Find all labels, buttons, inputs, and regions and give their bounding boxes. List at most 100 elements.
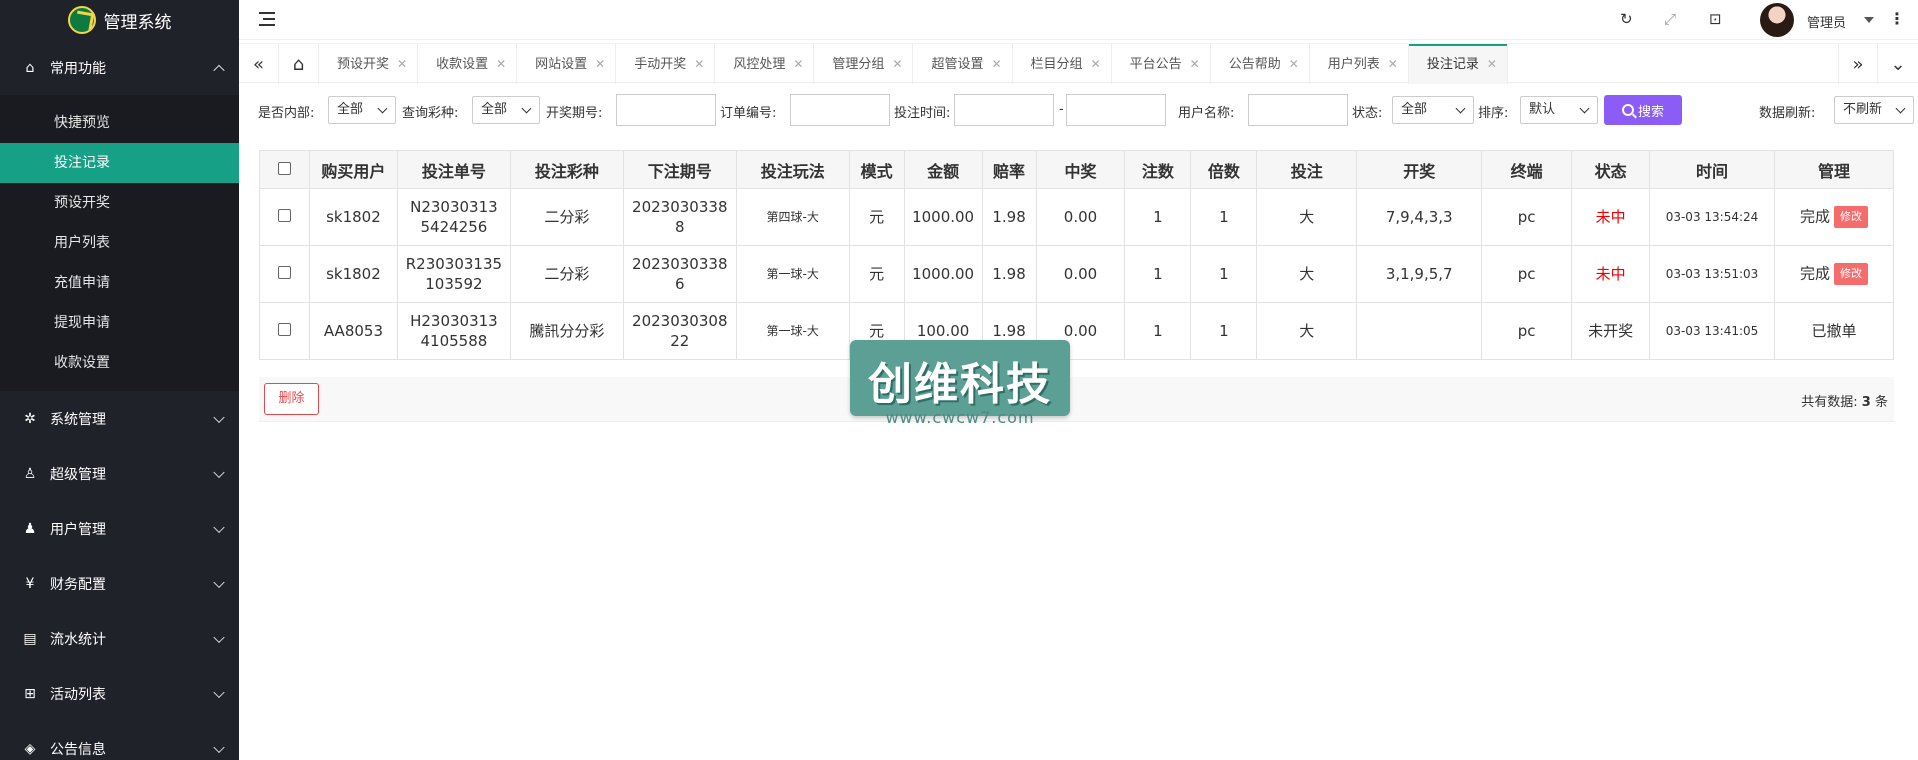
col-period[interactable]: 下注期号 xyxy=(622,150,737,189)
cell-draw: 3,1,9,5,7 xyxy=(1356,245,1483,303)
delete-button[interactable]: 删除 xyxy=(264,383,319,415)
close-icon[interactable]: ✕ xyxy=(1289,57,1299,71)
chevron-down-icon xyxy=(213,466,225,478)
col-status[interactable]: 状态 xyxy=(1571,150,1651,189)
sort-select[interactable]: 默认 xyxy=(1520,96,1598,124)
tab-risk-control[interactable]: 风控处理 ✕ xyxy=(715,44,815,84)
time-end-input[interactable] xyxy=(1066,94,1166,126)
status-select[interactable]: 全部 xyxy=(1392,96,1474,124)
username-input[interactable] xyxy=(1248,94,1348,126)
tab-user-list[interactable]: 用户列表 ✕ xyxy=(1310,44,1409,84)
row-checkbox[interactable] xyxy=(277,266,291,279)
sidebar-group-finance[interactable]: ¥ 财务配置 xyxy=(0,556,239,611)
close-icon[interactable]: ✕ xyxy=(793,57,803,71)
tabs-menu-chevron-icon[interactable]: ⌄ xyxy=(1878,44,1918,84)
col-lottery[interactable]: 投注彩种 xyxy=(509,150,624,189)
row-checkbox[interactable] xyxy=(277,323,291,336)
tab-bet-records[interactable]: 投注记录 ✕ xyxy=(1408,44,1508,84)
sidebar-item-withdraw[interactable]: 提现申请 xyxy=(0,303,239,343)
watermark-url: www.cwcw7.com xyxy=(885,408,1035,427)
period-input[interactable] xyxy=(616,94,716,126)
refresh-icon[interactable]: ↻ xyxy=(1620,10,1633,28)
table-row: AA8053 H23030313 4105588 騰訊分分彩 2023030308… xyxy=(259,302,1895,360)
edit-button[interactable]: 修改 xyxy=(1833,206,1868,228)
sidebar-item-payment-settings[interactable]: 收款设置 xyxy=(0,343,239,383)
sidebar-group-system[interactable]: ✲ 系统管理 xyxy=(0,391,239,446)
col-odds[interactable]: 赔率 xyxy=(981,150,1037,189)
tab-payment-settings[interactable]: 收款设置 ✕ xyxy=(418,44,518,84)
sidebar-item-user-list[interactable]: 用户列表 xyxy=(0,223,239,263)
sidebar-group-common[interactable]: ⌂ 常用功能 xyxy=(0,40,239,95)
col-play[interactable]: 投注玩法 xyxy=(735,150,850,189)
caret-down-icon[interactable] xyxy=(1864,17,1874,23)
tab-site-settings[interactable]: 网站设置 ✕ xyxy=(517,44,617,84)
tabs-scroll-right-icon[interactable]: » xyxy=(1838,44,1878,84)
sidebar-item-quick-preview[interactable]: 快捷预览 xyxy=(0,103,239,143)
sidebar-item-preset-draw[interactable]: 预设开奖 xyxy=(0,183,239,223)
close-icon[interactable]: ✕ xyxy=(397,57,407,71)
admin-name[interactable]: 管理员 xyxy=(1807,12,1846,31)
tab-admin-groups[interactable]: 管理分组 ✕ xyxy=(814,44,914,84)
top-header: ↻ ⤢ ⊡ 管理员 ⋮ xyxy=(239,0,1918,40)
avatar[interactable] xyxy=(1760,3,1794,37)
tab-notice-help[interactable]: 公告帮助 ✕ xyxy=(1211,44,1310,84)
fullscreen-icon[interactable]: ⤢ xyxy=(1664,10,1676,28)
col-user[interactable]: 购买用户 xyxy=(308,150,398,189)
sidebar-group-users[interactable]: ♟ 用户管理 xyxy=(0,501,239,556)
tab-preset-draw[interactable]: 预设开奖 ✕ xyxy=(319,44,419,84)
cell-terminal: pc xyxy=(1481,245,1573,303)
internal-select[interactable]: 全部 xyxy=(328,96,396,124)
col-manage[interactable]: 管理 xyxy=(1773,150,1895,189)
select-all-checkbox[interactable] xyxy=(277,162,291,175)
sidebar-item-bet-records[interactable]: 投注记录 xyxy=(0,143,239,183)
sidebar-group-activities[interactable]: ⊞ 活动列表 xyxy=(0,666,239,721)
chevron-down-icon xyxy=(213,411,225,423)
col-multiple[interactable]: 倍数 xyxy=(1190,150,1258,189)
more-vertical-icon[interactable]: ⋮ xyxy=(1889,9,1905,28)
time-label: 投注时间: xyxy=(894,106,951,121)
close-icon[interactable]: ✕ xyxy=(1091,57,1101,71)
order-input[interactable] xyxy=(790,94,890,126)
col-time[interactable]: 时间 xyxy=(1649,150,1775,189)
close-icon[interactable]: ✕ xyxy=(496,57,506,71)
lottery-select[interactable]: 全部 xyxy=(472,96,540,124)
sidebar-group-stats[interactable]: ▤ 流水统计 xyxy=(0,611,239,666)
close-icon[interactable]: ✕ xyxy=(1190,57,1200,71)
col-amount[interactable]: 金额 xyxy=(903,150,983,189)
time-start-input[interactable] xyxy=(954,94,1054,126)
col-draw[interactable]: 开奖 xyxy=(1356,150,1483,189)
close-icon[interactable]: ✕ xyxy=(694,57,704,71)
sidebar-group-announcements[interactable]: ◈ 公告信息 xyxy=(0,721,239,760)
tabs-scroll-left-icon[interactable]: « xyxy=(239,44,279,84)
col-mode[interactable]: 模式 xyxy=(848,150,905,189)
edit-button[interactable]: 修改 xyxy=(1833,263,1868,285)
menu-toggle-icon[interactable] xyxy=(259,11,277,27)
col-count[interactable]: 注数 xyxy=(1124,150,1192,189)
tab-super-admin-settings[interactable]: 超管设置 ✕ xyxy=(913,44,1013,84)
home-tab-icon[interactable]: ⌂ xyxy=(279,44,319,84)
col-bet[interactable]: 投注 xyxy=(1256,150,1358,189)
sidebar-item-recharge[interactable]: 充值申请 xyxy=(0,263,239,303)
sidebar-group-super[interactable]: ♙ 超级管理 xyxy=(0,446,239,501)
tab-manual-draw[interactable]: 手动开奖 ✕ xyxy=(616,44,716,84)
close-icon[interactable]: ✕ xyxy=(1388,57,1398,71)
close-icon[interactable]: ✕ xyxy=(595,57,605,71)
close-icon[interactable]: ✕ xyxy=(892,57,902,71)
col-win[interactable]: 中奖 xyxy=(1035,150,1126,189)
row-checkbox[interactable] xyxy=(277,209,291,222)
manage-complete-link[interactable]: 完成 xyxy=(1800,265,1830,283)
col-order[interactable]: 投注单号 xyxy=(396,150,511,189)
lock-icon[interactable]: ⊡ xyxy=(1709,10,1722,28)
manage-complete-link[interactable]: 完成 xyxy=(1800,208,1830,226)
refresh-select[interactable]: 不刷新 xyxy=(1834,96,1914,124)
logo[interactable]: 管理系统 xyxy=(0,0,239,40)
lottery-label: 查询彩种: xyxy=(402,106,459,121)
search-button[interactable]: 搜索 xyxy=(1604,95,1682,125)
cell-period: 2023030308 22 xyxy=(622,302,737,360)
close-icon[interactable]: ✕ xyxy=(1487,57,1497,71)
cell-multiple: 1 xyxy=(1190,302,1258,360)
col-terminal[interactable]: 终端 xyxy=(1481,150,1573,189)
close-icon[interactable]: ✕ xyxy=(991,57,1001,71)
tab-column-groups[interactable]: 栏目分组 ✕ xyxy=(1013,44,1112,84)
tab-platform-notice[interactable]: 平台公告 ✕ xyxy=(1112,44,1211,84)
